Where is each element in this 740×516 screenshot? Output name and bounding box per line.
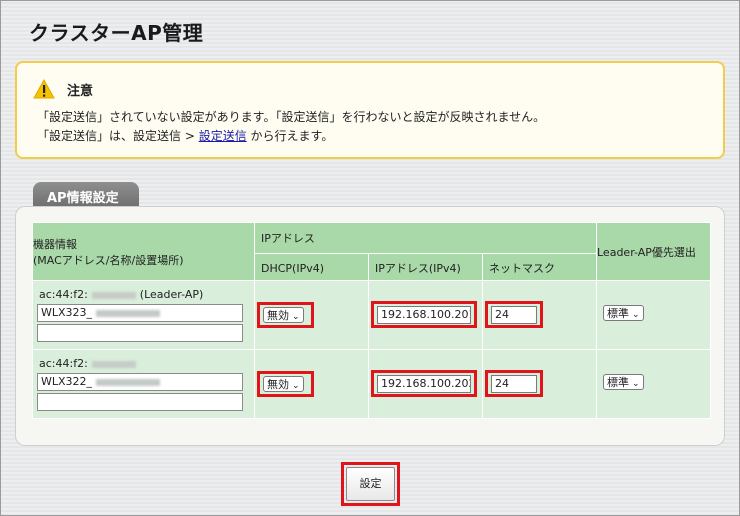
notice-text-2-prefix: 「設定送信」は、設定送信 > <box>37 129 199 143</box>
netmask-input[interactable]: 24 <box>491 306 537 324</box>
ip-address-input[interactable]: 192.168.100.201 <box>377 306 471 324</box>
redacted-name <box>96 309 161 317</box>
chevron-down-icon: ⌄ <box>292 381 300 391</box>
notice-text-2-suffix: から行えます。 <box>246 129 334 143</box>
table-row: ac:44:f2: (Leader-AP) WLX323_ 無効 ⌄ 192.168… <box>32 280 711 350</box>
warning-icon <box>33 79 55 99</box>
netmask-highlight: 24 <box>485 301 543 328</box>
ap-name-input[interactable]: WLX322_ <box>37 373 243 391</box>
redacted-mac <box>91 291 136 299</box>
ap-location-input[interactable] <box>37 393 243 411</box>
notice-title: 注意 <box>67 83 94 99</box>
netmask-highlight: 24 <box>485 370 543 397</box>
header-leader-priority: Leader-AP優先選出 <box>596 222 711 281</box>
redacted-mac <box>91 360 136 368</box>
ap-info-panel: 機器情報 (MACアドレス/名称/設置場所) IPアドレス Leader-AP優… <box>15 206 725 446</box>
header-netmask: ネットマスク <box>482 253 597 281</box>
header-device-info-line2: (MACアドレス/名称/設置場所) <box>33 253 184 267</box>
table-row: ac:44:f2: WLX322_ 無効 ⌄ 192.168.100.202 24 <box>32 349 711 419</box>
header-ip-group: IPアドレス <box>254 222 597 254</box>
dhcp-cell: 無効 ⌄ <box>254 280 369 350</box>
submit-button[interactable]: 設定 <box>346 467 395 501</box>
dhcp-highlight: 無効 ⌄ <box>257 302 314 328</box>
dhcp-select[interactable]: 無効 ⌄ <box>263 376 304 392</box>
leader-priority-select[interactable]: 標準 ⌄ <box>603 374 644 390</box>
header-dhcp: DHCP(IPv4) <box>254 253 369 281</box>
ap-info-table: 機器情報 (MACアドレス/名称/設置場所) IPアドレス Leader-AP優… <box>32 222 711 419</box>
dhcp-select[interactable]: 無効 ⌄ <box>263 307 304 323</box>
chevron-down-icon: ⌄ <box>632 310 640 320</box>
redacted-name <box>96 378 161 386</box>
tab-ap-info-settings[interactable]: AP情報設定 <box>33 182 139 208</box>
chevron-down-icon: ⌄ <box>632 379 640 389</box>
dhcp-cell: 無効 ⌄ <box>254 349 369 419</box>
ip-highlight: 192.168.100.202 <box>371 370 477 397</box>
submit-highlight: 設定 <box>341 462 400 506</box>
notice-box: 注意 「設定送信」されていない設定があります。「設定送信」を行わないと設定が反映… <box>15 61 725 159</box>
mac-address: ac:44:f2: <box>39 357 140 370</box>
ap-location-input[interactable] <box>37 324 243 342</box>
leader-cell: 標準 ⌄ <box>596 280 711 350</box>
page-title: クラスターAP管理 <box>29 21 204 45</box>
notice-header: 注意 <box>33 79 93 99</box>
notice-text-2: 「設定送信」は、設定送信 > 設定送信 から行えます。 <box>37 127 333 144</box>
dhcp-highlight: 無効 ⌄ <box>257 371 314 397</box>
header-ip: IPアドレス(IPv4) <box>368 253 483 281</box>
leader-priority-select[interactable]: 標準 ⌄ <box>603 305 644 321</box>
ap-name-input[interactable]: WLX323_ <box>37 304 243 322</box>
ip-address-input[interactable]: 192.168.100.202 <box>377 375 471 393</box>
device-info-cell: ac:44:f2: (Leader-AP) WLX323_ <box>32 280 255 350</box>
netmask-input[interactable]: 24 <box>491 375 537 393</box>
ip-highlight: 192.168.100.201 <box>371 301 477 328</box>
ip-cell: 192.168.100.201 <box>368 280 483 350</box>
notice-text-1: 「設定送信」されていない設定があります。「設定送信」を行わないと設定が反映されま… <box>37 110 546 124</box>
mac-address: ac:44:f2: (Leader-AP) <box>39 288 204 301</box>
netmask-cell: 24 <box>482 280 597 350</box>
header-device-info-line1: 機器情報 <box>33 237 77 251</box>
chevron-down-icon: ⌄ <box>292 312 300 322</box>
send-settings-link[interactable]: 設定送信 <box>199 129 247 143</box>
device-info-cell: ac:44:f2: WLX322_ <box>32 349 255 419</box>
ip-cell: 192.168.100.202 <box>368 349 483 419</box>
header-device-info: 機器情報 (MACアドレス/名称/設置場所) <box>32 222 255 281</box>
netmask-cell: 24 <box>482 349 597 419</box>
leader-cell: 標準 ⌄ <box>596 349 711 419</box>
